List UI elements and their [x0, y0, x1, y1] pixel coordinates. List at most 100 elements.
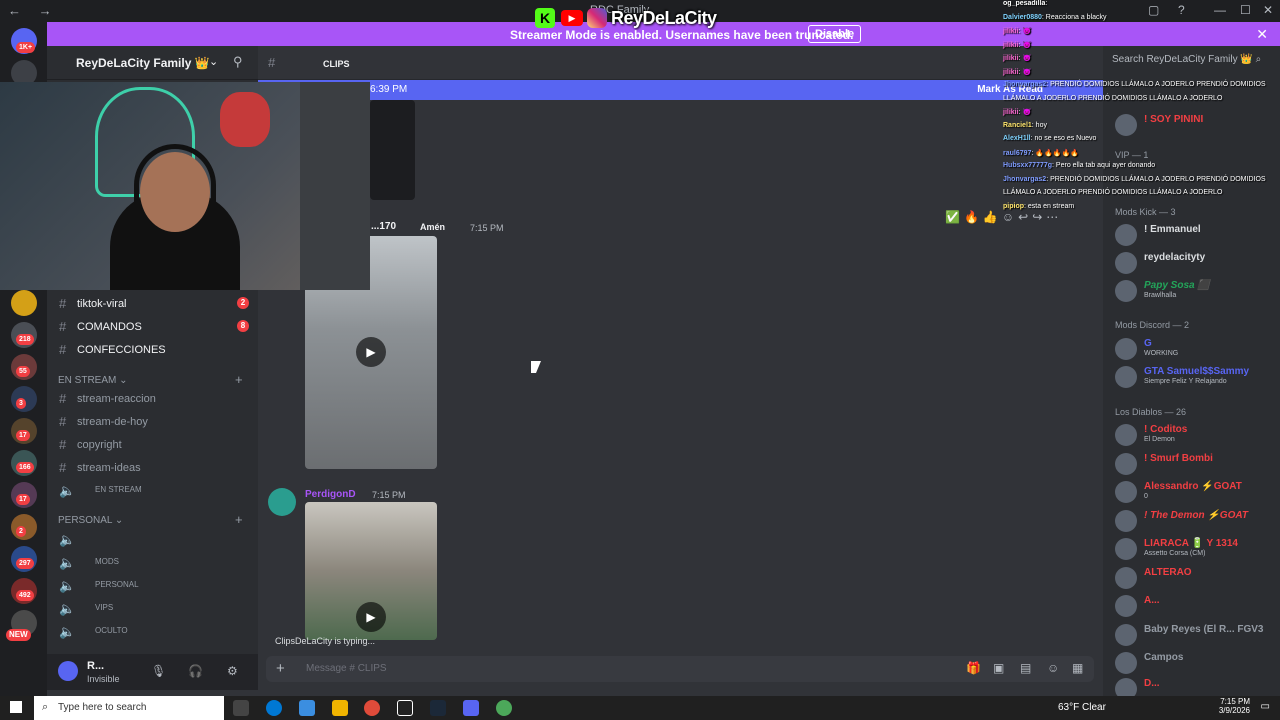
apps-icon[interactable]: ▦ — [1072, 661, 1083, 675]
gear-icon[interactable]: ⚙ — [227, 664, 238, 678]
guild-badge: 3 — [16, 398, 26, 409]
member-activity: El Demon — [1144, 436, 1175, 443]
guild-icon[interactable] — [11, 290, 37, 316]
member-name: A... — [1144, 595, 1160, 606]
member-item[interactable]: ! Smurf Bombi — [1115, 451, 1275, 477]
message-author[interactable]: PerdigonD — [305, 489, 356, 500]
avatar — [1115, 481, 1137, 503]
windows-start-icon[interactable] — [10, 701, 22, 713]
sticker-icon[interactable]: ▤ — [1020, 661, 1031, 675]
member-item[interactable]: Baby Reyes (El R... FGV3 — [1115, 622, 1275, 648]
invite-icon[interactable]: ⚲ — [233, 54, 243, 70]
channel-confecciones[interactable]: # CONFECCIONES — [59, 340, 249, 360]
reply-icon[interactable]: ↩ — [1018, 210, 1028, 224]
channel-copyright[interactable]: # copyright — [59, 435, 249, 455]
disable-streamer-button[interactable]: Disable — [808, 25, 862, 43]
channel-tiktok-viral[interactable]: # tiktok-viral 2 — [59, 294, 249, 314]
chrome-icon[interactable] — [364, 700, 380, 716]
taskbar-search[interactable]: ⌕ Type here to search — [34, 696, 224, 720]
new-badge: NEW — [6, 629, 31, 641]
edge-icon[interactable] — [266, 700, 282, 716]
server-header[interactable]: ReyDeLaCity Family 👑 ⌄ ⚲ — [47, 46, 258, 80]
file-explorer-icon[interactable] — [332, 700, 348, 716]
guild-badge: 17 — [16, 494, 30, 505]
voice-mods[interactable]: 🔈 MODS — [59, 553, 249, 573]
forward-icon[interactable]: ↪ — [1032, 210, 1042, 224]
video-thumbnail[interactable]: ▶ — [305, 502, 437, 640]
member-item[interactable]: LIARACA 🔋 Y 1314 Assetto Corsa (CM) — [1115, 536, 1275, 562]
emoji-icon[interactable]: ☺ — [1002, 210, 1014, 224]
member-item[interactable]: A... — [1115, 593, 1275, 619]
category-personal[interactable]: PERSONAL ⌄ + — [58, 512, 243, 527]
play-icon[interactable]: ▶ — [356, 337, 386, 367]
message-tag: Amén — [420, 222, 446, 232]
play-icon[interactable]: ▶ — [356, 602, 386, 632]
member-item[interactable]: Papy Sosa ⬛ Brawlhalla — [1115, 278, 1275, 304]
voice-vips[interactable]: 🔈 VIPS — [59, 599, 249, 619]
avatar[interactable] — [58, 661, 78, 681]
video-thumbnail[interactable] — [370, 100, 415, 200]
notification-icon[interactable]: ▭ — [1261, 701, 1270, 712]
channel-label: EN STREAM — [95, 485, 142, 494]
channel-stream-de-hoy[interactable]: # stream-de-hoy — [59, 412, 249, 432]
microphone-icon[interactable]: 🎙 — [151, 664, 166, 678]
composer-channel: CLIPS — [357, 663, 387, 674]
add-channel-icon[interactable]: + — [235, 372, 243, 387]
chat-text: : hoy — [1031, 121, 1047, 129]
member-item[interactable]: ! The Demon ⚡GOAT — [1115, 508, 1275, 534]
channel-label: VIPS — [95, 603, 114, 612]
member-item[interactable]: GTA Samuel$$Sammy Siempre Feliz Y Relajan… — [1115, 364, 1275, 390]
message-actions: ✅ 🔥 👍 ☺ ↩ ↪ ⋯ — [945, 210, 1062, 228]
add-channel-icon[interactable]: + — [235, 512, 243, 527]
category-en-stream[interactable]: EN STREAM ⌄ + — [58, 372, 243, 387]
guild-badge: 492 — [16, 590, 34, 601]
gift-icon[interactable]: 🎁 — [966, 661, 981, 675]
channel-stream-ideas[interactable]: # stream-ideas — [59, 458, 249, 478]
member-item[interactable]: Alessandro ⚡GOAT 0 — [1115, 479, 1275, 505]
forward-icon[interactable]: → — [39, 3, 52, 18]
member-item[interactable]: ! Emmanuel — [1115, 222, 1275, 248]
channel-stream-reaccion[interactable]: # stream-reaccion — [59, 389, 249, 409]
speaker-icon: 🔈 — [59, 578, 76, 593]
weather-text[interactable]: 63°F Clear — [1058, 702, 1106, 713]
steam-icon[interactable] — [430, 700, 446, 716]
message-author[interactable]: ...170 — [371, 221, 396, 232]
chat-username: pipiop — [1003, 202, 1024, 210]
discord-icon[interactable] — [463, 700, 479, 716]
category-label: PERSONAL — [58, 515, 113, 526]
more-icon[interactable]: ⋯ — [1046, 210, 1058, 224]
clock[interactable]: 7:15 PM 3/9/2026 — [1219, 697, 1250, 715]
member-name: Baby Reyes (El R... FGV3 — [1144, 624, 1264, 635]
member-item[interactable]: G WORKING — [1115, 336, 1275, 362]
gif-icon[interactable]: ▣ — [993, 661, 1004, 675]
voice-channel[interactable]: 🔈 — [59, 530, 249, 550]
new-messages-time: 6:39 PM — [370, 84, 408, 95]
chrome-icon[interactable] — [496, 700, 512, 716]
voice-oculto[interactable]: 🔈 OCULTO — [59, 622, 249, 642]
channel-comandos[interactable]: # COMANDOS 8 — [59, 317, 249, 337]
thumbs-up-icon[interactable]: 👍 — [983, 210, 998, 224]
chevron-down-icon[interactable]: ⌄ — [209, 55, 218, 68]
mouse-cursor — [531, 361, 541, 373]
obs-icon[interactable] — [397, 700, 413, 716]
avatar — [1115, 338, 1137, 360]
emoji-icon[interactable]: ☺ — [1047, 661, 1059, 675]
back-icon[interactable]: ← — [8, 3, 21, 18]
voice-en-stream[interactable]: 🔈 EN STREAM — [59, 481, 249, 501]
member-item[interactable]: ALTERAO — [1115, 565, 1275, 591]
headphones-icon[interactable]: 🎧 — [188, 664, 203, 678]
fire-icon[interactable]: 🔥 — [964, 210, 979, 224]
member-item[interactable]: ! Coditos El Demon — [1115, 422, 1275, 448]
app-icon[interactable] — [299, 700, 315, 716]
avatar[interactable] — [268, 488, 296, 516]
member-item[interactable]: reydelacityty — [1115, 250, 1275, 276]
voice-personal[interactable]: 🔈 PERSONAL — [59, 576, 249, 596]
member-item[interactable]: Campos — [1115, 650, 1275, 676]
new-messages-bar[interactable]: 6:39 PM Mark As Read — [258, 80, 1103, 100]
check-icon[interactable]: ✅ — [945, 210, 960, 224]
wall-art — [220, 92, 270, 147]
task-view-icon[interactable] — [233, 700, 249, 716]
add-attachment-icon[interactable]: + — [276, 660, 285, 677]
message-composer[interactable]: + Message # CLIPS 🎁 ▣ ▤ ☺ ▦ — [266, 656, 1094, 682]
chat-username: jilikii — [1003, 68, 1019, 76]
